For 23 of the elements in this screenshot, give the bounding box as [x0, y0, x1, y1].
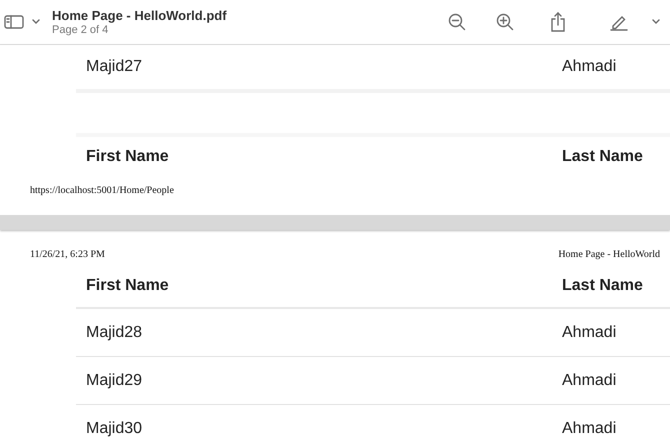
column-header: First Name [86, 277, 170, 295]
column-header: Last Name [562, 277, 643, 295]
share-icon[interactable] [550, 12, 566, 32]
zoom-in-icon[interactable] [496, 13, 514, 31]
page-footer-url: https://localhost:5001/Home/People [30, 185, 174, 196]
page-indicator: Page 2 of 4 [52, 24, 110, 36]
page-header-title: Home Page - HelloWorld [558, 249, 660, 262]
table-cell-text: Majid29 [86, 372, 144, 390]
column-header: Last Name [562, 148, 643, 166]
chevron-down-icon[interactable] [652, 19, 660, 25]
table-cell: Ahmadi [562, 324, 616, 342]
table-cell: Ahmadi [562, 420, 616, 438]
sidebar-icon[interactable] [4, 14, 24, 30]
table-cell: Ahmadi [562, 372, 616, 390]
chevron-down-icon[interactable] [32, 19, 40, 25]
table-cell-text: Majid27 [86, 58, 144, 76]
table-cell-text: Majid30 [86, 420, 144, 438]
zoom-out-icon[interactable] [448, 13, 466, 31]
print-date: 11/26/21, 6:23 PM [30, 249, 105, 262]
table-cell: Ahmadi [562, 58, 616, 76]
column-header: First Name [86, 148, 170, 166]
window-title: Home Page - HelloWorld.pdf [52, 8, 227, 23]
table-cell-text: Majid28 [86, 324, 144, 342]
